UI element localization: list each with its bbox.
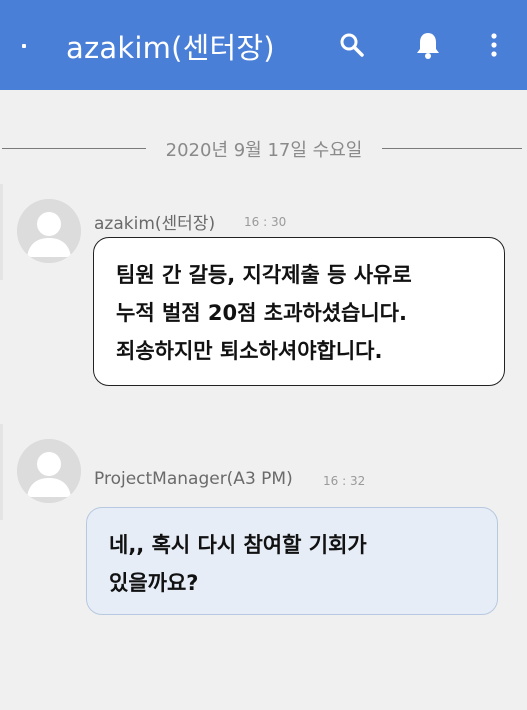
sender-name: ProjectManager(A3 PM)	[94, 469, 293, 489]
message-bubble[interactable]: 네,, 혹시 다시 참여할 기회가 있을까요?	[86, 507, 498, 615]
message-text: 죄송하지만 퇴소하셔야합니다.	[116, 339, 383, 363]
more-vert-icon[interactable]	[476, 27, 512, 63]
divider-right	[382, 148, 522, 149]
person-icon	[17, 199, 81, 263]
message-bubble[interactable]: 팀원 간 갈등, 지각제출 등 사유로 누적 벌점 20점 초과하셨습니다. 죄…	[93, 237, 505, 386]
bell-icon[interactable]	[410, 27, 446, 63]
chat-title: azakim(센터장)	[66, 31, 275, 65]
date-separator: 2020년 9월 17일 수요일	[0, 134, 527, 164]
message-text: 팀원 간 갈등, 지각제출 등 사유로	[116, 263, 412, 287]
divider-left	[2, 148, 146, 149]
person-icon	[17, 439, 81, 503]
sender-name: azakim(센터장)	[94, 214, 216, 234]
app-bar: azakim(센터장)	[0, 0, 527, 90]
message-text: 있을까요?	[109, 571, 199, 595]
avatar[interactable]	[17, 439, 81, 503]
back-icon[interactable]	[22, 44, 26, 48]
message-text: 네,, 혹시 다시 참여할 기회가	[109, 533, 367, 557]
message-accent	[0, 424, 3, 520]
search-icon[interactable]	[334, 27, 370, 63]
message-accent	[0, 184, 3, 280]
message-text: 누적 벌점 20점 초과하셨습니다.	[116, 301, 407, 325]
date-label: 2020년 9월 17일 수요일	[165, 140, 363, 161]
avatar[interactable]	[17, 199, 81, 263]
message-time: 16 : 32	[323, 474, 366, 488]
message-time: 16 : 30	[244, 215, 287, 229]
